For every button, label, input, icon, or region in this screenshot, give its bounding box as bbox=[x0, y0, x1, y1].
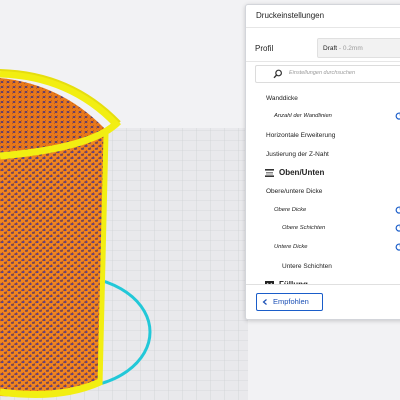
setting-row-horizontale-erweiterung[interactable]: Horizontale Erweiterung bbox=[246, 127, 400, 145]
reset-icon[interactable] bbox=[394, 223, 400, 233]
setting-label: Untere Dicke bbox=[274, 244, 308, 250]
setting-row-obere-dicke[interactable]: Obere Dicke bbox=[246, 202, 400, 220]
setting-row-z-naht[interactable]: Justierung der Z-Naht bbox=[246, 146, 400, 164]
top-bottom-icon bbox=[265, 169, 274, 177]
print-settings-panel: Druckeinstellungen Profil Draft - 0.2mm … bbox=[245, 4, 400, 320]
search-placeholder: Einstellungen durchsuchen bbox=[289, 70, 356, 76]
settings-search-field[interactable]: Einstellungen durchsuchen bbox=[255, 65, 400, 83]
setting-row-wanddicke[interactable]: Wanddicke bbox=[246, 90, 400, 108]
setting-label: Obere Schichten bbox=[282, 225, 326, 231]
reset-icon[interactable] bbox=[394, 242, 400, 252]
setting-label: Wanddicke bbox=[266, 95, 298, 102]
divider bbox=[246, 61, 400, 62]
setting-label: Untere Schichten bbox=[282, 263, 332, 270]
setting-label: Obere Dicke bbox=[274, 207, 307, 213]
profile-dropdown[interactable]: Draft - 0.2mm bbox=[317, 38, 400, 58]
profile-value: Draft bbox=[323, 45, 338, 52]
setting-label: Horizontale Erweiterung bbox=[266, 132, 336, 139]
setting-row-obere-schichten[interactable]: Obere Schichten bbox=[246, 220, 400, 238]
section-label: Oben/Unten bbox=[279, 168, 325, 177]
setting-row-anzahl-wandlinien[interactable]: Anzahl der Wandlinien bbox=[246, 108, 400, 126]
profile-layer-height: - 0.2mm bbox=[337, 45, 363, 52]
setting-row-obere-untere-dicke[interactable]: Obere/untere Dicke bbox=[246, 183, 400, 201]
section-header-top-bottom[interactable]: Oben/Unten bbox=[246, 164, 400, 182]
setting-row-untere-schichten[interactable]: Untere Schichten bbox=[246, 258, 400, 276]
reset-icon[interactable] bbox=[394, 111, 400, 121]
setting-label: Obere/untere Dicke bbox=[266, 188, 323, 195]
setting-row-untere-dicke[interactable]: Untere Dicke bbox=[246, 239, 400, 257]
search-icon bbox=[273, 69, 282, 79]
profile-label: Profil bbox=[255, 44, 274, 53]
setting-label: Anzahl der Wandlinien bbox=[274, 113, 332, 119]
profile-row: Profil Draft - 0.2mm bbox=[246, 35, 400, 61]
panel-footer: Empfohlen bbox=[246, 284, 400, 319]
reset-icon[interactable] bbox=[394, 205, 400, 215]
panel-title: Druckeinstellungen bbox=[246, 5, 400, 28]
setting-label: Justierung der Z-Naht bbox=[266, 151, 329, 158]
recommended-mode-button[interactable]: Empfohlen bbox=[256, 293, 323, 311]
chevron-left-icon bbox=[262, 299, 267, 305]
recommended-button-label: Empfohlen bbox=[273, 297, 309, 306]
